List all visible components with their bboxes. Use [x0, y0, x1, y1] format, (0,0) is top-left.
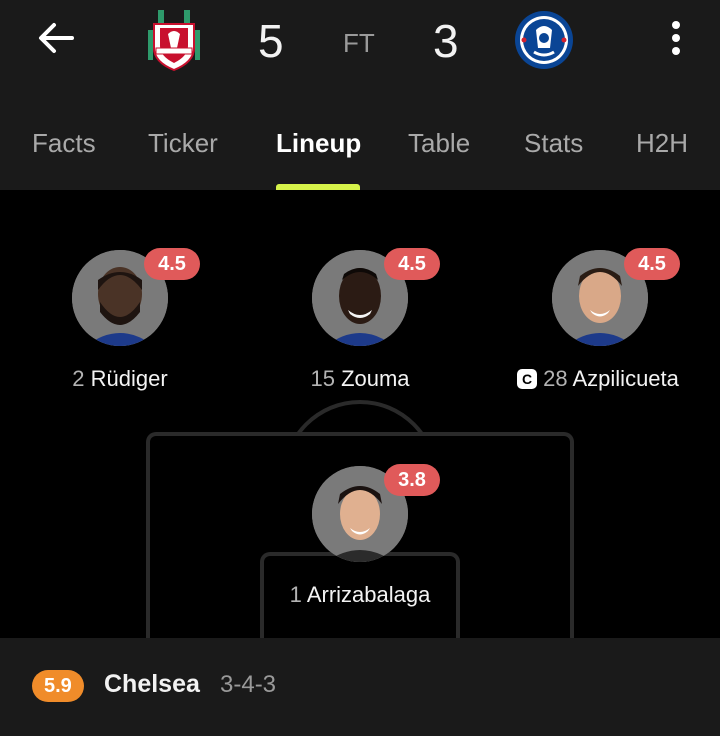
match-header: 5 FT 3 Facts Ticker Lineup Table Stats H…	[0, 0, 720, 190]
player-name: Zouma	[341, 366, 410, 391]
player-name-label: 1 Arrizabalaga	[230, 582, 490, 608]
back-button[interactable]	[30, 14, 82, 62]
player-name: Arrizabalaga	[306, 582, 431, 607]
liverpool-crest-icon	[148, 10, 200, 72]
player-rating-badge: 4.5	[384, 248, 440, 280]
tab-facts[interactable]: Facts	[32, 128, 96, 159]
player-rating-badge: 3.8	[384, 464, 440, 496]
match-tabs: Facts Ticker Lineup Table Stats H2H	[0, 118, 720, 172]
team-summary-bar[interactable]: 5.9 Chelsea 3-4-3	[0, 638, 720, 736]
tab-h2h[interactable]: H2H	[636, 128, 688, 159]
more-options-button[interactable]	[654, 14, 698, 62]
away-score: 3	[433, 15, 459, 67]
player-name-label: 15 Zouma	[230, 366, 490, 392]
tab-stats[interactable]: Stats	[524, 128, 583, 159]
player-rating-badge: 4.5	[144, 248, 200, 280]
home-team-logo[interactable]	[144, 8, 204, 72]
team-name: Chelsea	[104, 670, 200, 698]
player-name: Rüdiger	[90, 366, 168, 391]
away-team-logo[interactable]	[514, 10, 574, 74]
player-name-label: 2 Rüdiger	[0, 366, 250, 392]
lineup-pitch: 4.5 2 Rüdiger 4.5 15 Zouma 4.5 C 28 Azpi…	[0, 190, 720, 638]
more-vertical-icon	[672, 21, 680, 55]
team-formation: 3-4-3	[220, 671, 277, 698]
player-number: 2	[72, 366, 85, 391]
tab-table[interactable]: Table	[408, 128, 470, 159]
match-status: FT	[343, 28, 375, 58]
tab-ticker[interactable]: Ticker	[148, 128, 218, 159]
chelsea-crest-icon	[515, 11, 573, 69]
player-name: Azpilicueta	[572, 366, 679, 391]
home-score: 5	[258, 15, 284, 67]
player-name-label: C 28 Azpilicueta	[468, 366, 720, 392]
player-number: 1	[289, 582, 302, 607]
tab-lineup[interactable]: Lineup	[276, 128, 361, 159]
player-number: 15	[310, 366, 335, 391]
back-arrow-icon	[39, 23, 74, 53]
team-rating-badge: 5.9	[32, 670, 84, 702]
captain-badge: C	[517, 369, 538, 389]
player-number: 28	[543, 366, 568, 391]
player-rating-badge: 4.5	[624, 248, 680, 280]
